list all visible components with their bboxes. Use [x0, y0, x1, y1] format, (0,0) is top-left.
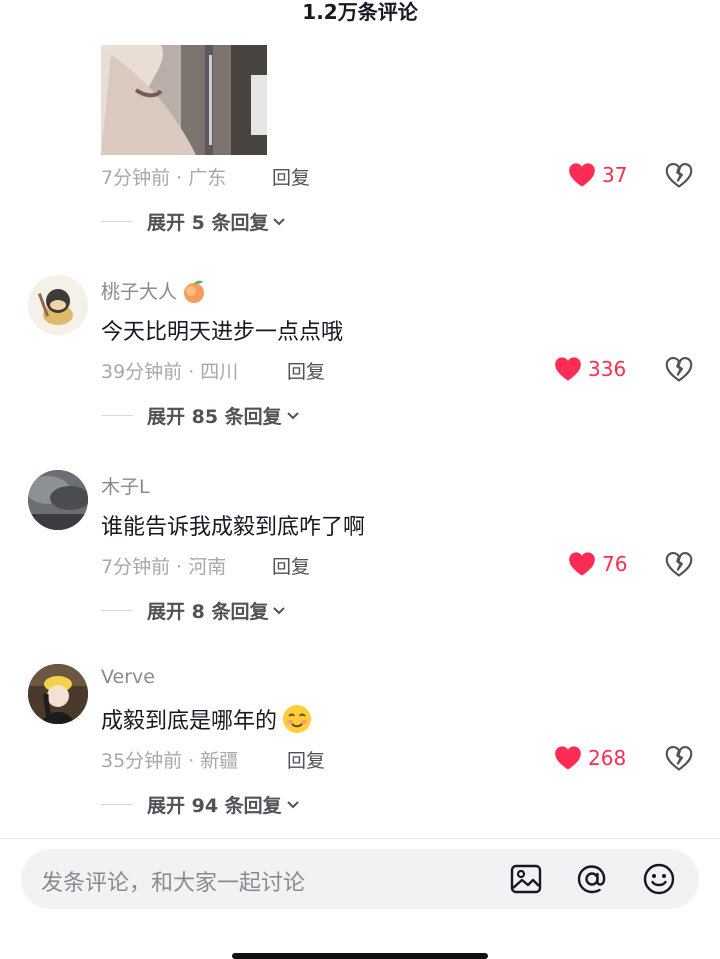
avatar[interactable] — [28, 275, 88, 335]
expand-replies-label: 展开 94 条回复 — [147, 795, 282, 817]
broken-heart-icon[interactable] — [665, 551, 693, 579]
like-button[interactable]: 76 — [568, 551, 627, 577]
username-text: 木子L — [101, 476, 150, 498]
comment-username[interactable]: Verve — [101, 666, 155, 688]
like-button[interactable]: 268 — [554, 745, 626, 771]
comment-input-bar[interactable]: 发条评论，和大家一起讨论 — [21, 849, 699, 909]
avatar[interactable] — [28, 470, 88, 530]
broken-heart-icon[interactable] — [665, 745, 693, 773]
emoji-icon[interactable] — [642, 862, 676, 896]
like-count: 268 — [588, 746, 627, 770]
like-button[interactable]: 37 — [568, 162, 627, 188]
comment-username[interactable]: 木子L — [101, 472, 150, 499]
reply-button[interactable]: 回复 — [272, 552, 310, 579]
expand-replies-label: 展开 85 条回复 — [147, 406, 282, 428]
chevron-down-icon — [286, 800, 299, 808]
heart-icon — [569, 552, 595, 576]
username-text: Verve — [101, 666, 155, 688]
comments-count-title: 1.2万条评论 — [302, 0, 418, 24]
expand-replies[interactable]: 展开 85 条回复 — [101, 402, 300, 429]
like-button[interactable]: 336 — [554, 356, 626, 382]
smirk-face-emoji-icon — [283, 705, 312, 733]
divider-line — [101, 804, 133, 805]
divider-line — [101, 221, 133, 222]
chevron-down-icon — [273, 217, 286, 225]
expand-replies-label: 展开 5 条回复 — [147, 212, 269, 234]
broken-heart-icon[interactable] — [665, 162, 693, 190]
comment-time-location: 35分钟前 · 新疆 — [101, 750, 239, 772]
divider-line — [101, 415, 133, 416]
chevron-down-icon — [273, 606, 286, 614]
at-icon[interactable] — [575, 862, 609, 896]
avatar[interactable] — [28, 664, 88, 724]
broken-heart-icon[interactable] — [665, 356, 693, 384]
expand-replies[interactable]: 展开 8 条回复 — [101, 597, 286, 624]
home-indicator — [232, 953, 488, 959]
chevron-down-icon — [286, 411, 299, 419]
expand-replies[interactable]: 展开 5 条回复 — [101, 208, 286, 235]
comment-time-location: 7分钟前 · 广东 — [101, 167, 227, 189]
heart-icon — [569, 163, 595, 187]
heart-icon — [555, 746, 581, 770]
reply-button[interactable]: 回复 — [287, 746, 325, 773]
reply-button[interactable]: 回复 — [287, 357, 325, 384]
comment-text: 谁能告诉我成毅到底咋了啊 — [101, 515, 366, 540]
username-text: 桃子大人 — [101, 281, 178, 303]
comment-time-location: 39分钟前 · 四川 — [101, 361, 239, 383]
comment-text-row: 成毅到底是哪年的 — [101, 703, 313, 735]
divider-line — [101, 610, 133, 611]
expand-replies-label: 展开 8 条回复 — [147, 601, 269, 623]
comment-text: 今天比明天进步一点点哦 — [101, 320, 344, 345]
comment-input-placeholder[interactable]: 发条评论，和大家一起讨论 — [41, 865, 305, 897]
peach-emoji-icon — [184, 280, 205, 303]
like-count: 336 — [588, 357, 627, 381]
comment-image[interactable] — [101, 45, 267, 155]
like-count: 37 — [602, 163, 628, 187]
like-count: 76 — [602, 552, 628, 576]
heart-icon — [555, 357, 581, 381]
reply-button[interactable]: 回复 — [272, 163, 310, 190]
comment-username[interactable]: 桃子大人 — [101, 277, 207, 304]
image-icon[interactable] — [509, 862, 543, 896]
comment-text: 成毅到底是哪年的 — [101, 709, 278, 734]
input-bar-divider — [0, 838, 720, 839]
expand-replies[interactable]: 展开 94 条回复 — [101, 791, 300, 818]
comment-time-location: 7分钟前 · 河南 — [101, 556, 227, 578]
